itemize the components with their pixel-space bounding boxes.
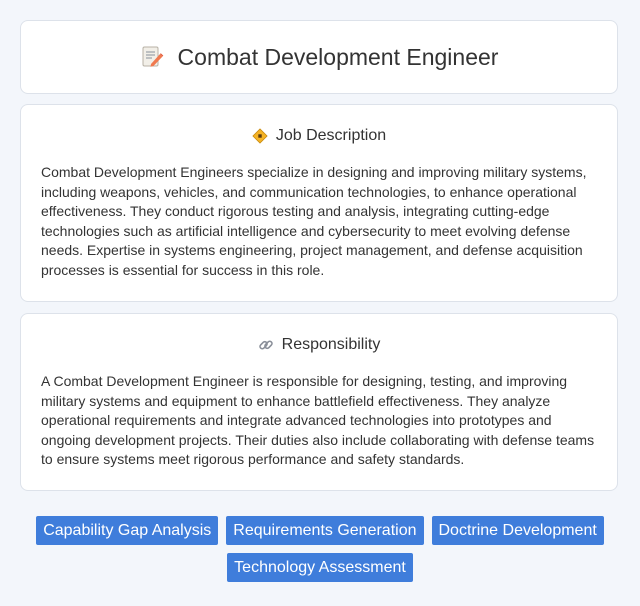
page-title: Combat Development Engineer [177,43,499,70]
job-description-heading: Job Description [21,127,617,145]
link-icon [258,337,274,353]
job-description-text: Combat Development Engineers specialize … [41,164,587,278]
memo-pencil-icon [140,45,164,69]
skill-tags: Capability Gap Analysis Requirements Gen… [20,516,620,582]
tag-doctrine-development[interactable]: Doctrine Development [431,516,604,545]
job-description-card: Job Description Combat Development Engin… [20,104,618,302]
tag-capability-gap-analysis[interactable]: Capability Gap Analysis [36,516,219,545]
diamond-sign-icon [252,128,268,144]
responsibility-text: A Combat Development Engineer is respons… [41,373,595,467]
responsibility-title: Responsibility [281,336,381,353]
responsibility-card: Responsibility A Combat Development Engi… [20,313,618,491]
title-wrap: Combat Development Engineer [140,43,499,71]
responsibility-heading: Responsibility [21,336,617,354]
tag-requirements-generation[interactable]: Requirements Generation [226,516,424,545]
title-card: Combat Development Engineer [20,20,618,94]
job-description-title: Job Description [275,127,387,144]
tag-technology-assessment[interactable]: Technology Assessment [227,553,413,582]
